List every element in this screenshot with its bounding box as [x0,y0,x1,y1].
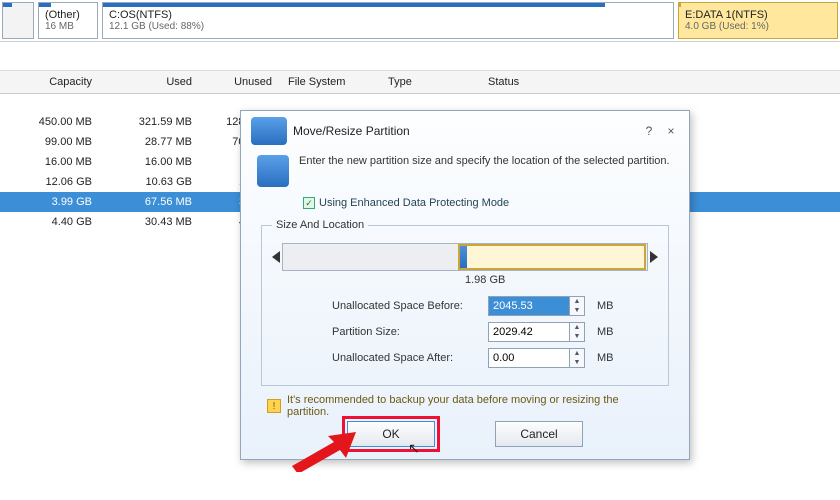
col-unused[interactable]: Unused [200,76,280,88]
unit-label: MB [597,326,614,338]
disk-other[interactable]: (Other)16 MB [38,2,98,39]
col-status[interactable]: Status [480,76,840,88]
partition-block[interactable] [458,244,646,270]
ok-button[interactable]: OK [347,421,435,447]
disk-bar: (Other)16 MB C:OS(NTFS)12.1 GB (Used: 88… [0,0,840,42]
chevron-left-icon[interactable] [272,251,280,263]
unit-label: MB [597,300,614,312]
unallocated-before-input[interactable] [488,296,570,316]
size-spinner[interactable]: ▲▼ [570,322,585,342]
warning-row: ! It's recommended to backup your data b… [267,394,663,418]
disk-icon [257,155,289,187]
disk-e-data[interactable]: E:DATA 1(NTFS)4.0 GB (Used: 1%) [678,2,838,39]
move-resize-dialog: Move/Resize Partition ? × Enter the new … [240,110,690,460]
close-button[interactable]: × [663,124,679,138]
after-spinner[interactable]: ▲▼ [570,348,585,368]
after-label: Unallocated Space After: [332,352,482,364]
slider-track[interactable]: 1.98 GB [282,243,648,271]
disk-c-os[interactable]: C:OS(NTFS)12.1 GB (Used: 88%) [102,2,674,39]
disk-blank [2,2,34,39]
partition-slider[interactable]: 1.98 GB [272,243,658,271]
unallocated-after-input[interactable] [488,348,570,368]
warning-icon: ! [267,399,281,413]
partition-icon [251,117,287,145]
group-legend: Size And Location [272,219,368,231]
col-used[interactable]: Used [100,76,200,88]
partition-size-label: 1.98 GB [465,274,505,286]
table-header: Capacity Used Unused File System Type St… [0,70,840,94]
unit-label: MB [597,352,614,364]
chevron-right-icon[interactable] [650,251,658,263]
dialog-intro: Enter the new partition size and specify… [299,155,670,167]
before-spinner[interactable]: ▲▼ [570,296,585,316]
col-type[interactable]: Type [380,76,480,88]
warning-text: It's recommended to backup your data bef… [287,394,663,418]
dialog-title: Move/Resize Partition [293,124,410,138]
size-location-group: Size And Location 1.98 GB Unallocated Sp… [261,219,669,386]
enhanced-mode-checkbox[interactable]: ✓ Using Enhanced Data Protecting Mode [303,197,673,209]
help-button[interactable]: ? [641,124,657,138]
cancel-button[interactable]: Cancel [495,421,583,447]
col-filesystem[interactable]: File System [280,76,380,88]
cursor-icon: ↖ [408,440,420,457]
before-label: Unallocated Space Before: [332,300,482,312]
size-label: Partition Size: [332,326,482,338]
col-capacity[interactable]: Capacity [0,76,100,88]
check-icon: ✓ [303,197,315,209]
partition-size-input[interactable] [488,322,570,342]
